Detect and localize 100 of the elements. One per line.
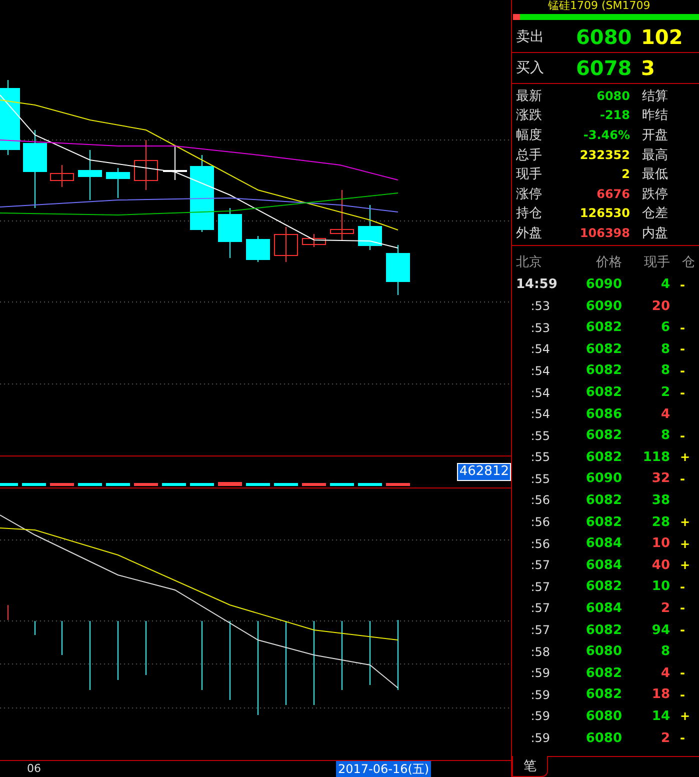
tick-time: :54	[530, 342, 551, 356]
volume-bar	[302, 483, 326, 486]
tick-change: -	[679, 320, 686, 335]
tick-time: :54	[530, 364, 551, 378]
tick-time: :54	[530, 386, 551, 400]
tick-volume: 40	[650, 558, 670, 573]
tick-time: :58	[530, 644, 551, 659]
indicator-bar	[34, 620, 36, 636]
tick-time: :59	[530, 688, 551, 702]
tick-time: :56	[530, 536, 551, 551]
tick-volume: 2	[660, 385, 670, 400]
tick-volume: 8	[660, 644, 670, 660]
stat-label: 昨结	[641, 107, 669, 124]
tick-volume: 10	[650, 536, 670, 552]
stat-label: 幅度	[516, 126, 543, 144]
candlestick	[50, 164, 74, 188]
x-axis-label: 06	[27, 762, 41, 775]
tick-volume: 8	[660, 428, 670, 444]
column-header: 仓	[681, 254, 696, 271]
candlestick	[274, 226, 298, 262]
tick-change: -	[679, 666, 686, 680]
candlestick	[78, 150, 102, 200]
tick-time: :54	[530, 407, 551, 422]
candlestick	[358, 204, 382, 250]
tick-time: :53	[530, 299, 551, 314]
tick-price: 6082	[584, 363, 622, 378]
tick-time: :59	[530, 731, 551, 746]
quote-volume: 3	[641, 56, 655, 80]
candlestick	[302, 234, 326, 248]
volume-value-label: 462812	[457, 463, 511, 481]
tick-price: 6082	[584, 428, 622, 444]
tick-volume: 6	[660, 320, 670, 336]
stat-label: 开盘	[641, 126, 669, 144]
tick-volume: 20	[650, 298, 670, 314]
tick-change: -	[679, 342, 686, 356]
tick-change: -	[679, 731, 686, 746]
volume-bar	[78, 483, 102, 486]
tick-price: 6090	[584, 471, 622, 486]
stat-value: 6676	[596, 186, 630, 201]
tick-price: 6090	[584, 277, 622, 292]
tick-price: 6082	[584, 492, 622, 508]
tick-price: 6080	[584, 730, 622, 746]
volume-bar	[386, 483, 410, 486]
volume-bar	[274, 483, 298, 486]
tick-time: :55	[530, 428, 551, 443]
volume-bar	[134, 483, 158, 486]
quote-price: 6078	[576, 56, 633, 80]
volume-bar	[358, 483, 382, 486]
stat-label: 现手	[516, 166, 543, 184]
stat-label: 总手	[516, 146, 543, 164]
candlestick	[134, 140, 158, 190]
candlestick	[163, 144, 187, 180]
quote-price: 6080	[576, 25, 633, 49]
column-header: 现手	[643, 254, 670, 271]
tick-time: :55	[530, 450, 551, 464]
tick-price: 6082	[584, 320, 622, 336]
tick-price: 6090	[584, 298, 622, 314]
instrument-title: 锰硅1709 (SM1709	[547, 0, 652, 12]
tick-volume: 10	[650, 579, 670, 594]
tick-price: 6084	[584, 600, 622, 616]
tick-time: 14:59	[516, 277, 558, 292]
stat-label: 涨跌	[516, 107, 543, 124]
stat-value: -3.46%	[582, 128, 630, 142]
tick-volume: 18	[650, 687, 670, 702]
tick-change: -	[679, 623, 686, 638]
volume-bar	[106, 483, 130, 486]
candlestick	[106, 168, 130, 198]
tick-change: +	[679, 515, 692, 530]
tick-time: :59	[530, 709, 551, 724]
stat-value: 126530	[578, 206, 630, 220]
quote-volume: 102	[641, 25, 683, 49]
tick-volume: 8	[660, 342, 670, 357]
tick-price: 6082	[584, 622, 622, 638]
stat-value: 6080	[596, 88, 630, 103]
tick-time: :59	[530, 666, 551, 680]
candlestick	[330, 190, 354, 240]
tick-change: -	[679, 364, 686, 378]
candlestick	[386, 244, 410, 296]
tick-time: :56	[530, 493, 551, 508]
tick-volume: 14	[650, 708, 670, 724]
tick-volume: 32	[650, 471, 670, 486]
stat-value: 106398	[578, 226, 630, 240]
tick-price: 6084	[584, 536, 622, 552]
volume-bar	[246, 483, 270, 486]
stat-label: 结算	[641, 88, 669, 105]
tick-volume: 4	[660, 666, 670, 681]
stat-value: -218	[598, 108, 630, 122]
tick-price: 6084	[584, 558, 622, 573]
stat-value: 232352	[578, 148, 630, 162]
stat-label: 持仓	[516, 205, 543, 222]
tick-change: -	[679, 580, 686, 594]
quote-label: 买入	[516, 59, 545, 77]
column-header: 北京	[516, 254, 543, 271]
stat-label: 仓差	[641, 205, 669, 222]
candlestick	[218, 208, 242, 258]
tick-volume: 118	[642, 450, 670, 465]
stat-label: 最高	[641, 146, 669, 164]
tab[interactable]: 笔	[512, 756, 548, 777]
tick-time: :57	[530, 601, 551, 616]
tick-change: +	[679, 536, 692, 551]
